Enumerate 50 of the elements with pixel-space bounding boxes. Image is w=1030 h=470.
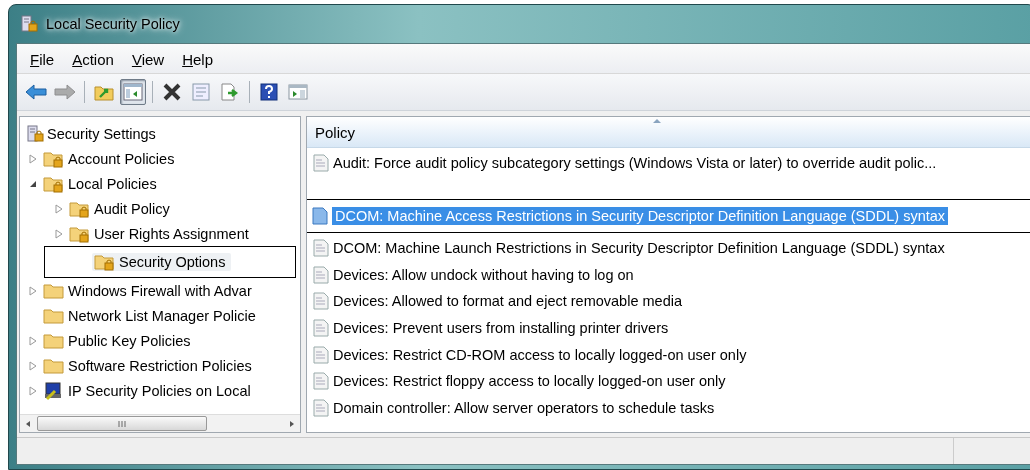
folder-icon xyxy=(43,281,65,300)
policy-icon xyxy=(313,399,329,418)
policy-row[interactable]: Devices: Allowed to format and eject removable media xyxy=(307,288,1030,315)
policy-row[interactable]: Devices: Restrict CD-ROM access to locally logged-on user only xyxy=(307,341,1030,369)
policy-icon xyxy=(312,206,328,225)
menu-item[interactable]: View xyxy=(124,48,172,71)
policy-root-icon xyxy=(26,124,44,143)
sort-arrow-icon xyxy=(652,118,662,124)
app-icon xyxy=(20,15,38,33)
tree-item[interactable]: Software Restriction Policies xyxy=(68,357,252,374)
menu-item[interactable]: Action xyxy=(65,48,121,71)
console-tree-icon[interactable] xyxy=(120,79,146,105)
policy-icon xyxy=(313,154,329,173)
grip-icon xyxy=(117,420,127,427)
scrollbar-thumb[interactable] xyxy=(37,416,207,431)
locked-folder-icon xyxy=(43,149,65,168)
tree-item[interactable]: User Rights Assignment xyxy=(94,225,249,242)
policy-icon xyxy=(313,345,329,364)
tree-item[interactable]: Account Policies xyxy=(68,150,175,167)
folder-icon xyxy=(43,306,65,325)
tree-item[interactable]: Security Options xyxy=(44,246,296,278)
policy-row[interactable]: Audit: Force audit policy subcategory settings (Windows Vista or later) to override audit polic... xyxy=(307,150,1030,177)
policy-icon xyxy=(313,372,329,391)
policy-icon xyxy=(313,239,329,258)
policy-row[interactable]: Devices: Prevent users from installing printer drivers xyxy=(307,314,1030,342)
locked-folder-icon xyxy=(94,253,116,271)
menu-item[interactable]: Help xyxy=(175,48,220,71)
policy-icon xyxy=(313,319,329,338)
tree-item[interactable]: Network List Manager Policie xyxy=(68,307,256,324)
policy-icon xyxy=(313,265,329,284)
window-title: Local Security Policy xyxy=(46,16,180,32)
menu-item[interactable]: File xyxy=(23,48,62,71)
locked-folder-icon xyxy=(69,224,91,243)
horizontal-scrollbar[interactable] xyxy=(20,414,300,432)
tree-item[interactable]: Audit Policy xyxy=(94,200,170,217)
locked-folder-icon xyxy=(69,199,91,218)
folder-icon xyxy=(43,356,65,375)
policy-icon xyxy=(313,292,329,311)
tree-item[interactable]: IP Security Policies on Local xyxy=(68,382,251,399)
tree-item[interactable]: Security Settings xyxy=(47,125,156,142)
policy-row[interactable]: DCOM: Machine Launch Restrictions in Security Descriptor Definition Language (SDDL) syntax xyxy=(307,234,1030,262)
tree-item[interactable]: Windows Firewall with Advar xyxy=(68,282,252,299)
locked-folder-icon xyxy=(43,174,65,193)
tree-item[interactable]: Local Policies xyxy=(68,175,157,192)
folder-icon xyxy=(43,331,65,350)
tree-item[interactable]: Public Key Policies xyxy=(68,332,191,349)
policy-row[interactable]: Devices: Restrict floppy access to locally logged-on user only xyxy=(307,368,1030,395)
policy-row[interactable]: Devices: Allow undock without having to log on xyxy=(307,261,1030,289)
column-header[interactable]: Policy xyxy=(315,123,355,141)
policy-row[interactable]: Domain controller: Allow server operators to schedule tasks xyxy=(307,394,1030,422)
